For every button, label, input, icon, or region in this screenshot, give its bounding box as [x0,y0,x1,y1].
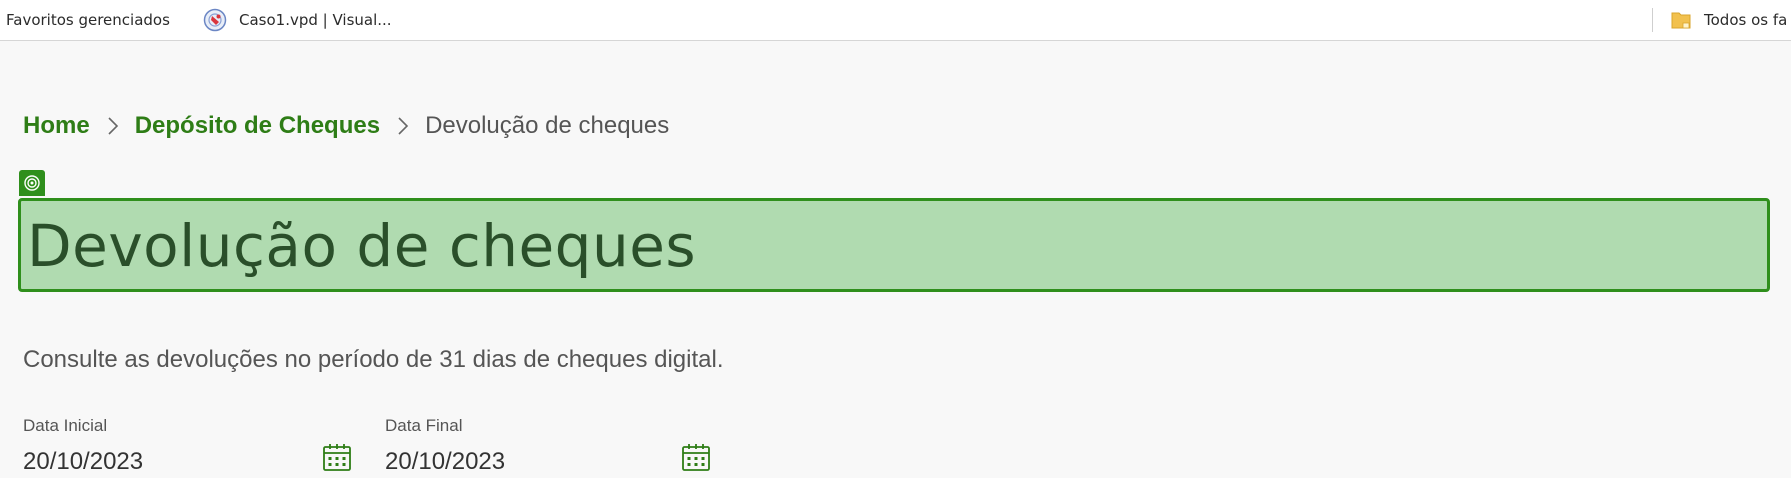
folder-icon [1670,9,1692,31]
page-title-highlight: Devolução de cheques [18,198,1770,292]
final-date-label: Data Final [385,416,463,435]
bookmarks-separator [1652,8,1653,32]
breadcrumb-deposito-link[interactable]: Depósito de Cheques [135,112,380,140]
page-title: Devolução de cheques [27,212,697,280]
bookmark-caso1-label: Caso1.vpd | Visual... [239,11,392,29]
breadcrumb-current: Devolução de cheques [425,112,670,139]
calendar-icon[interactable] [320,440,354,474]
bookmark-all-label: Todos os fa [1704,11,1788,29]
bookmark-caso1[interactable]: Caso1.vpd | Visual... [203,0,392,40]
chevron-right-icon [107,116,119,136]
breadcrumb-home-link[interactable]: Home [23,112,90,140]
page-description: Consulte as devoluções no período de 31 … [23,346,724,373]
bookmark-all-favorites[interactable]: Todos os fa [1670,0,1787,40]
bookmarks-bar: Favoritos gerenciados Caso1.vpd | Visual… [0,0,1791,41]
final-date-field: Data Final [385,414,715,478]
initial-date-label: Data Inicial [23,416,108,435]
site-favicon-icon [203,8,227,32]
chevron-right-icon [397,116,409,136]
calendar-icon[interactable] [679,440,713,474]
final-date-input[interactable] [385,446,665,478]
initial-date-field: Data Inicial [23,414,354,478]
breadcrumb: Home Depósito de Cheques Devolução de ch… [23,110,669,142]
bookmark-managed-label: Favoritos gerenciados [6,11,170,29]
initial-date-input[interactable] [23,446,303,478]
target-icon [19,170,45,196]
bookmark-managed-favorites[interactable]: Favoritos gerenciados [6,0,170,40]
